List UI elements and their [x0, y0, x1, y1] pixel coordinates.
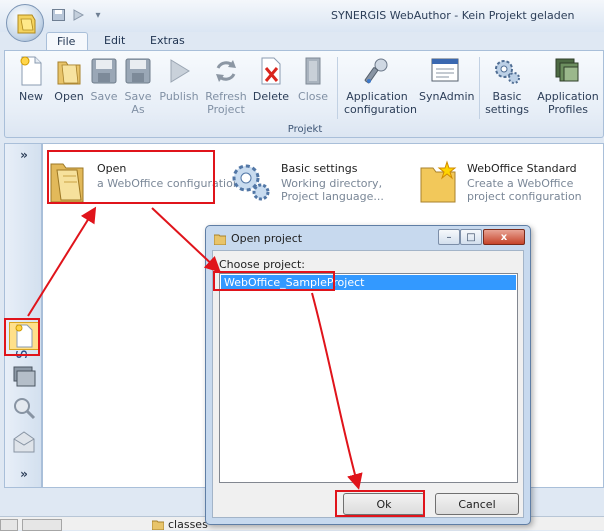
- folders-icon: [13, 366, 36, 387]
- new-button[interactable]: New: [11, 55, 51, 117]
- cancel-button[interactable]: Cancel: [435, 493, 519, 515]
- application-configuration-label: Application configuration: [344, 90, 417, 116]
- mail-panel-button[interactable]: [9, 428, 39, 456]
- project-list-item[interactable]: WebOffice_SampleProject: [221, 275, 516, 290]
- publish-button[interactable]: Publish: [157, 55, 201, 117]
- basic-settings-button[interactable]: Basic settings: [485, 55, 529, 117]
- choose-project-label: Choose project:: [219, 258, 305, 271]
- search-panel-button[interactable]: [9, 394, 39, 422]
- expand-bottom-button[interactable]: »: [5, 467, 43, 481]
- delete-icon: [261, 57, 281, 85]
- tab-edit[interactable]: Edit: [94, 32, 135, 50]
- basic-settings-tile[interactable]: Basic settings Working directory, Projec…: [229, 152, 389, 212]
- application-orb-button[interactable]: [6, 4, 44, 42]
- delete-button[interactable]: Delete: [251, 55, 291, 117]
- save-button[interactable]: Save: [87, 55, 121, 117]
- left-panel: » Start »: [4, 143, 42, 488]
- ribbon-separator: [337, 57, 338, 119]
- basic-settings-label: Basic settings: [485, 90, 529, 116]
- dialog-close-button[interactable]: x: [483, 229, 525, 245]
- refresh-project-button[interactable]: Refresh Project: [203, 55, 249, 117]
- qat-dropdown-icon[interactable]: ▾: [90, 8, 106, 22]
- start-page-button[interactable]: [9, 322, 39, 350]
- expand-panel-button[interactable]: »: [5, 148, 43, 162]
- dialog-title-bar: Open project: [214, 232, 302, 245]
- tile-subtitle-2: project configuration: [467, 190, 582, 203]
- tile-title: Basic settings: [281, 162, 358, 175]
- application-profiles-label: Application Profiles: [537, 90, 599, 116]
- folder-entry[interactable]: classes: [152, 518, 208, 531]
- new-file-icon: [20, 56, 42, 86]
- minimize-button[interactable]: –: [438, 229, 460, 245]
- weboffice-standard-tile[interactable]: WebOffice Standard Create a WebOffice pr…: [419, 152, 599, 212]
- title-bar: ▾ SYNERGIS WebAuthor - Kein Projekt gela…: [0, 0, 604, 32]
- projects-panel-button[interactable]: [9, 362, 39, 390]
- open-button[interactable]: Open: [49, 55, 89, 117]
- ribbon-tabs: File Edit Extras: [0, 32, 604, 50]
- dialog-body: Choose project: WebOffice_SampleProject …: [212, 250, 524, 518]
- application-profiles-button[interactable]: Application Profiles: [533, 55, 603, 117]
- ribbon: New Open Save Save As Publish Refresh Pr…: [4, 50, 604, 138]
- open-folder-icon: [50, 163, 84, 203]
- ribbon-group-label: Projekt: [287, 124, 323, 135]
- orb-logo-icon: [17, 14, 36, 34]
- tile-subtitle: a WebOffice configuration: [97, 177, 240, 190]
- admin-window-icon: [431, 58, 459, 82]
- wrench-icon: [364, 58, 388, 84]
- dialog-title: Open project: [231, 232, 303, 245]
- search-icon: [14, 398, 36, 420]
- ok-button[interactable]: Ok: [343, 493, 425, 515]
- tile-title: Open: [97, 162, 127, 175]
- synadmin-button[interactable]: SynAdmin: [419, 55, 475, 117]
- quick-access-toolbar: ▾: [50, 8, 106, 22]
- profiles-icon: [555, 58, 579, 82]
- envelope-icon: [13, 431, 35, 453]
- window-title: SYNERGIS WebAuthor - Kein Projekt gelade…: [331, 9, 575, 22]
- qat-play-icon[interactable]: [70, 8, 86, 22]
- save-as-label: Save As: [124, 90, 152, 116]
- save-icon: [91, 58, 117, 84]
- publish-icon: [170, 59, 190, 83]
- tab-file[interactable]: File: [46, 32, 88, 50]
- application-configuration-button[interactable]: Application configuration: [343, 55, 417, 117]
- folder-icon: [214, 234, 226, 245]
- save-as-button[interactable]: Save As: [121, 55, 155, 117]
- open-configuration-tile[interactable]: Open a WebOffice configuration: [49, 152, 240, 212]
- star-folder-icon: [420, 160, 457, 203]
- save-as-icon: [125, 58, 151, 84]
- taskbar-item[interactable]: [0, 519, 18, 531]
- close-button[interactable]: Close: [293, 55, 333, 117]
- gears-icon: [232, 164, 270, 201]
- open-folder-icon: [57, 61, 81, 85]
- refresh-icon: [216, 60, 236, 82]
- tile-subtitle-2: Project language...: [281, 190, 384, 203]
- refresh-project-label: Refresh Project: [205, 90, 247, 116]
- tile-subtitle: Create a WebOffice: [467, 177, 574, 190]
- ribbon-separator-2: [479, 57, 480, 119]
- maximize-button[interactable]: □: [460, 229, 482, 245]
- folder-icon: [152, 520, 164, 530]
- tile-title: WebOffice Standard: [467, 162, 577, 175]
- tab-extras[interactable]: Extras: [140, 32, 195, 50]
- gears-icon: [495, 60, 520, 84]
- close-book-icon: [305, 57, 321, 85]
- qat-save-icon[interactable]: [50, 8, 66, 22]
- tile-subtitle: Working directory,: [281, 177, 383, 190]
- taskbar-item[interactable]: [22, 519, 62, 531]
- new-page-icon: [15, 324, 33, 348]
- open-project-dialog: Open project – □ x Choose project: WebOf…: [205, 225, 531, 525]
- project-list[interactable]: WebOffice_SampleProject: [219, 273, 518, 483]
